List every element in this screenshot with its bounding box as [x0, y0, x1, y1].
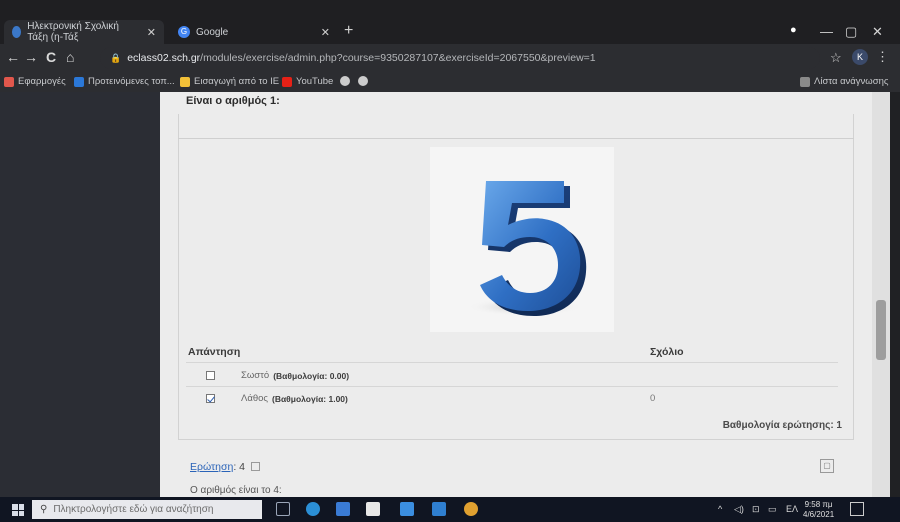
tab-google[interactable]: G Google ✕ — [170, 20, 338, 44]
tray-chevron-icon[interactable]: ^ — [718, 504, 722, 514]
photos-icon[interactable] — [432, 502, 446, 516]
answer-label: Λάθος — [241, 393, 268, 404]
reload-button[interactable]: C — [46, 49, 56, 65]
apps-icon — [4, 76, 14, 87]
volume-icon[interactable]: ◁) — [734, 504, 744, 515]
close-tab-icon[interactable]: ✕ — [147, 26, 156, 39]
collapse-button[interactable]: ▢ — [820, 459, 834, 473]
menu-icon[interactable]: ⋮ — [876, 49, 889, 65]
lock-icon: 🔒 — [110, 52, 122, 63]
bookmark-label: Εφαρμογές — [18, 76, 66, 87]
question-link[interactable]: Ερώτηση — [190, 461, 233, 473]
bookmark-suggested[interactable]: Προτεινόμενες τοπ... — [74, 76, 175, 87]
close-tab-icon[interactable]: ✕ — [321, 26, 330, 39]
taskbar-clock[interactable]: 9:58 πμ 4/6/2021 — [803, 500, 834, 520]
bookmark-import-ie[interactable]: Εισαγωγή από το IE — [180, 76, 279, 87]
scrollbar-thumb[interactable] — [876, 300, 886, 360]
eclass-favicon-icon — [12, 26, 22, 38]
clock-date: 4/6/2021 — [803, 510, 835, 519]
answer-label: Σωστό — [241, 370, 270, 381]
chrome-icon[interactable] — [464, 502, 478, 516]
divider — [178, 138, 854, 139]
new-tab-button[interactable]: + — [344, 22, 353, 40]
exercise-preview: Είναι ο αριθμός 1: Απάντηση Σχόλιο Σωστό… — [160, 92, 872, 497]
reading-list-label: Λίστα ανάγνωσης — [814, 76, 889, 87]
mail-icon[interactable] — [400, 502, 414, 516]
page-scrollbar[interactable] — [872, 92, 890, 497]
globe-icon — [358, 76, 368, 86]
screen: Ηλεκτρονική Σχολική Τάξη (η-Τάξ ✕ G Goog… — [0, 0, 900, 522]
store-icon[interactable] — [336, 502, 350, 516]
divider — [186, 386, 838, 387]
network-icon[interactable]: ⊡ — [752, 504, 760, 515]
answer-row-wrong: Λάθος (Βαθμολογία: 1.00) — [206, 393, 348, 404]
bookmark-star-icon[interactable]: ☆ — [830, 50, 842, 66]
address-path: /modules/exercise/admin.php?course=93502… — [200, 52, 596, 64]
bookmark-icon — [74, 76, 84, 87]
bookmarks-bar: Εφαρμογές Προτεινόμενες τοπ... Εισαγωγή … — [0, 72, 900, 92]
forward-button[interactable]: → — [24, 49, 38, 65]
google-favicon-icon: G — [178, 26, 190, 38]
windows-start-icon[interactable] — [12, 504, 24, 516]
search-icon: ⚲ — [40, 504, 48, 515]
shopping-bag-icon[interactable] — [366, 502, 380, 516]
bookmark-label: Προτεινόμενες τοπ... — [88, 76, 175, 87]
next-question-heading: Ερώτηση: 4 — [190, 461, 260, 473]
taskbar-search-input[interactable]: ⚲ Πληκτρολογήστε εδώ για αναζήτηση — [32, 500, 262, 519]
search-placeholder: Πληκτρολογήστε εδώ για αναζήτηση — [53, 504, 214, 515]
answer-checkbox-checked — [206, 394, 215, 403]
question-image — [430, 147, 614, 332]
browser-toolbar: ← → C ⌂ 🔒 eclass02.sch.gr /modules/exerc… — [0, 44, 900, 72]
browser-tab-strip: Ηλεκτρονική Σχολική Τάξη (η-Τάξ ✕ G Goog… — [0, 0, 900, 44]
windows-taskbar: ⚲ Πληκτρολογήστε εδώ για αναζήτηση ^ ◁) … — [0, 497, 900, 522]
globe-icon — [340, 76, 350, 86]
language-indicator[interactable]: ΕΛ — [786, 504, 798, 514]
close-window-button[interactable]: ✕ — [872, 24, 883, 40]
profile-avatar[interactable]: K — [852, 49, 868, 65]
next-question-text: Ο αριθμός είναι το 4: — [190, 485, 282, 496]
comment-column-header: Σχόλιο — [650, 346, 684, 358]
left-sidebar — [0, 92, 160, 497]
keyboard-icon[interactable]: ▭ — [768, 504, 777, 515]
back-button[interactable]: ← — [6, 49, 20, 65]
maximize-button[interactable]: ▢ — [845, 24, 857, 40]
bookmark-globe-1[interactable] — [340, 76, 354, 86]
youtube-icon — [282, 76, 292, 87]
divider — [186, 362, 838, 363]
tab-title: Ηλεκτρονική Σχολική Τάξη (η-Τάξ — [27, 21, 119, 43]
folder-icon — [180, 76, 190, 87]
answer-checkbox — [206, 371, 215, 380]
address-host: eclass02.sch.gr — [127, 52, 201, 64]
answer-column-header: Απάντηση — [188, 346, 241, 358]
reading-list[interactable]: Λίστα ανάγνωσης — [800, 76, 888, 87]
notification-icon[interactable] — [850, 502, 864, 516]
tab-eclass[interactable]: Ηλεκτρονική Σχολική Τάξη (η-Τάξ ✕ — [4, 20, 164, 44]
question-score: Βαθμολογία ερώτησης: 1 — [722, 420, 842, 431]
answer-comment: 0 — [650, 393, 656, 404]
tab-title: Google — [196, 26, 229, 38]
profile-dot-icon: ● — [790, 24, 797, 36]
minimize-button[interactable]: — — [820, 24, 833, 39]
question-number: : 4 — [233, 461, 246, 473]
answer-row-correct: Σωστό (Βαθμολογία: 0.00) — [206, 370, 349, 381]
bookmark-globe-2[interactable] — [358, 76, 372, 86]
home-button[interactable]: ⌂ — [66, 49, 74, 65]
task-view-icon[interactable] — [276, 502, 290, 516]
number-five-image — [467, 181, 587, 316]
answer-score: (Βαθμολογία: 1.00) — [271, 393, 348, 404]
reading-list-icon — [800, 76, 810, 87]
bookmark-youtube[interactable]: YouTube — [282, 76, 333, 87]
answer-score: (Βαθμολογία: 0.00) — [273, 370, 350, 381]
question-title: Είναι ο αριθμός 1: — [186, 95, 280, 107]
edit-icon[interactable] — [250, 462, 260, 471]
bookmark-apps[interactable]: Εφαρμογές — [4, 76, 66, 87]
edge-icon[interactable] — [306, 502, 320, 516]
bookmark-label: YouTube — [296, 76, 334, 87]
bookmark-label: Εισαγωγή από το IE — [194, 76, 280, 87]
clock-time: 9:58 πμ — [804, 500, 833, 509]
address-bar[interactable]: 🔒 eclass02.sch.gr /modules/exercise/admi… — [100, 47, 820, 69]
